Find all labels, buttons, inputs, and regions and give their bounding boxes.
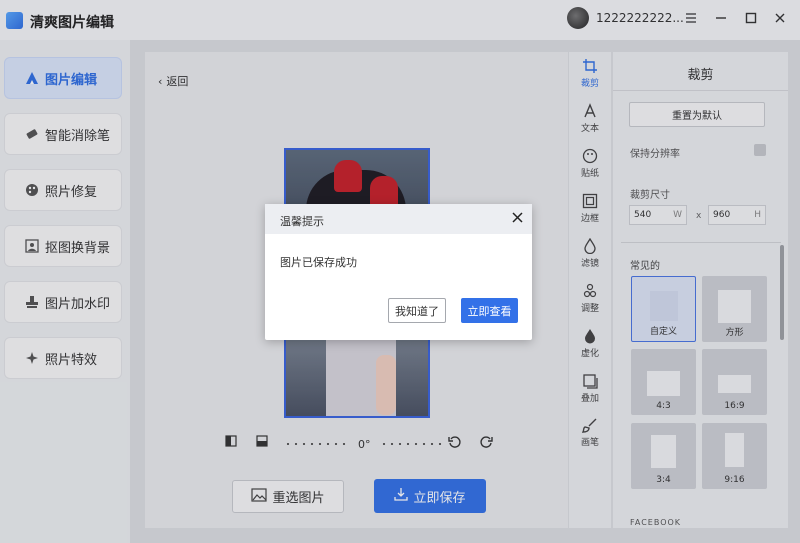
dialog-header: 温馨提示 xyxy=(265,204,532,234)
dialog-message: 图片已保存成功 xyxy=(280,256,357,269)
dialog-title: 温馨提示 xyxy=(280,215,324,228)
close-icon[interactable] xyxy=(509,209,525,225)
got-it-button[interactable]: 我知道了 xyxy=(388,298,446,323)
save-success-dialog: 温馨提示 图片已保存成功 我知道了 立即查看 xyxy=(265,204,532,340)
view-now-button[interactable]: 立即查看 xyxy=(461,298,518,323)
